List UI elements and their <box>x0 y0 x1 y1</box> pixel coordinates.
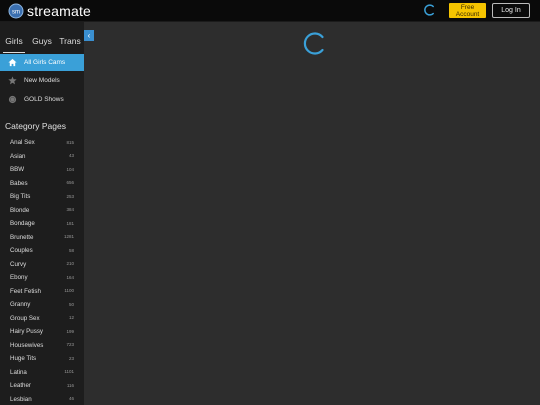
nav-label: All Girls Cams <box>24 59 66 66</box>
tab-guys[interactable]: Guys <box>30 29 54 53</box>
category-item[interactable]: Latina 1101 <box>0 366 84 380</box>
home-icon <box>7 58 17 68</box>
collapse-sidebar-button[interactable]: ‹ <box>84 30 94 41</box>
category-item[interactable]: Anal Sex 815 <box>0 136 84 150</box>
logo-icon: sm <box>8 3 24 19</box>
category-item[interactable]: Feet Fetish 1100 <box>0 285 84 299</box>
nav-all-girls-cams[interactable]: All Girls Cams <box>0 54 84 71</box>
category-item[interactable]: Brunette 1281 <box>0 231 84 245</box>
category-item[interactable]: Housewives 723 <box>0 339 84 353</box>
category-item[interactable]: Couples 58 <box>0 244 84 258</box>
category-item[interactable]: Blonde 384 <box>0 204 84 218</box>
category-item[interactable]: Babes 656 <box>0 177 84 191</box>
nav-label: New Models <box>24 77 60 84</box>
top-bar: sm streamate Free Account Log In <box>0 0 540 22</box>
coin-icon <box>7 95 17 105</box>
logo[interactable]: sm streamate <box>8 3 91 19</box>
category-item[interactable]: Lesbian 46 <box>0 393 84 405</box>
category-item[interactable]: Ebony 164 <box>0 271 84 285</box>
category-item[interactable]: Bondage 181 <box>0 217 84 231</box>
category-item[interactable]: Huge Tits 23 <box>0 352 84 366</box>
category-item[interactable]: Group Sex 12 <box>0 312 84 326</box>
gender-tabs: Girls Guys Trans <box>0 29 84 53</box>
nav-gold-shows[interactable]: GOLD Shows <box>0 91 84 108</box>
loading-spinner-icon <box>424 4 434 16</box>
category-item[interactable]: Leather 116 <box>0 379 84 393</box>
nav-label: GOLD Shows <box>24 96 64 103</box>
category-item[interactable]: Curvy 210 <box>0 258 84 272</box>
main-content <box>94 22 540 405</box>
sidebar: Girls Guys Trans All Girls Cams New Mode… <box>0 22 84 405</box>
category-pages-title: Category Pages <box>5 121 66 131</box>
category-item[interactable]: Asian 43 <box>0 150 84 164</box>
svg-text:sm: sm <box>12 10 20 16</box>
tab-girls[interactable]: Girls <box>3 29 25 53</box>
tab-trans[interactable]: Trans <box>58 29 82 53</box>
login-button[interactable]: Log In <box>492 3 530 18</box>
category-item[interactable]: BBW 104 <box>0 163 84 177</box>
brand-name: streamate <box>27 3 92 19</box>
category-item[interactable]: Hairy Pussy 199 <box>0 325 84 339</box>
chevron-left-icon: ‹ <box>87 31 91 40</box>
category-item[interactable]: Big Tits 253 <box>0 190 84 204</box>
free-account-button[interactable]: Free Account <box>449 3 486 18</box>
category-item[interactable]: Granny 50 <box>0 298 84 312</box>
star-icon <box>7 76 17 86</box>
nav-new-models[interactable]: New Models <box>0 72 84 89</box>
loading-spinner-icon <box>303 32 324 55</box>
